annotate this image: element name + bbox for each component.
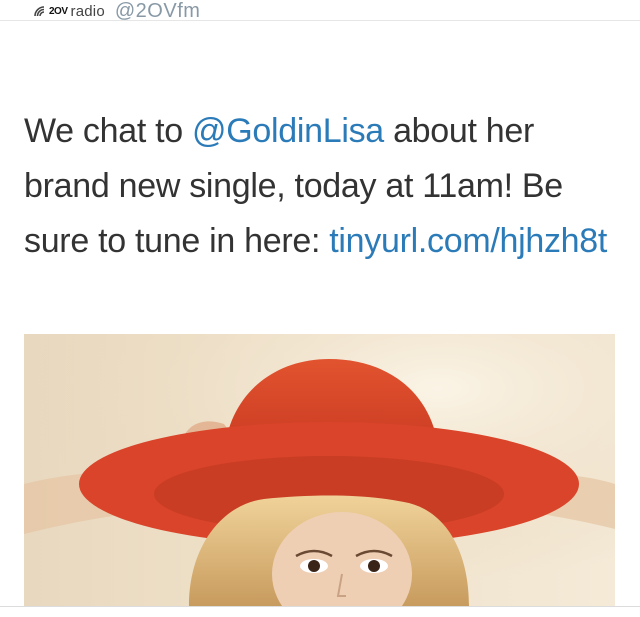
mention-link[interactable]: @GoldinLisa (192, 112, 384, 150)
account-handle[interactable]: @2OVfm (115, 1, 201, 21)
tweet-photo[interactable] (24, 334, 615, 606)
logo-badge: 2OV (49, 5, 68, 17)
url-link[interactable]: tinyurl.com/hjhzh8t (329, 222, 607, 260)
logo-word: radio (70, 2, 105, 20)
tweet-text: We chat to @GoldinLisa about her brand n… (24, 104, 624, 269)
photo-illustration (24, 334, 615, 606)
station-logo[interactable]: 2OV radio (32, 4, 105, 19)
footer-divider (0, 606, 640, 607)
tweet-text-part1: We chat to (24, 112, 193, 150)
radio-wave-icon (34, 6, 45, 17)
tweet-header: 2OV radio @2OVfm (32, 0, 200, 22)
